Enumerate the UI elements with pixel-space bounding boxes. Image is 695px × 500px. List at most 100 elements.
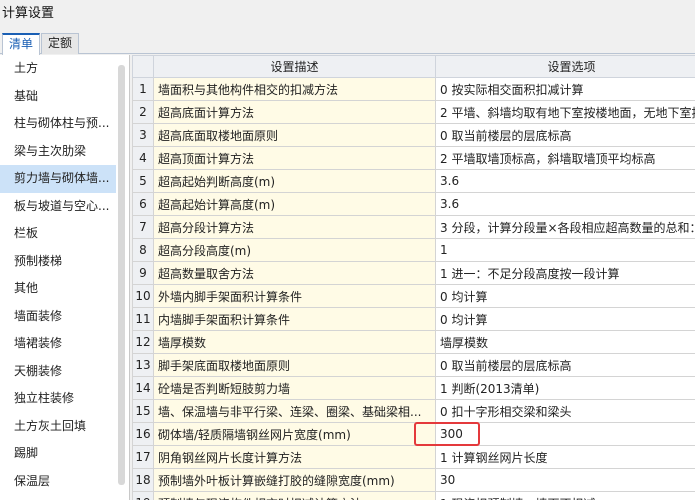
header-num [132,55,154,78]
table-row[interactable]: 18 预制墙外叶板计算嵌缝打胶的缝隙宽度(mm) 30 [132,468,695,492]
row-option[interactable]: 3.6 [435,169,695,193]
table-row[interactable]: 13 脚手架底面取楼地面原则 0 取当前楼层的层底标高 [132,353,695,377]
settings-grid: 设置描述 设置选项 1 墙面积与其他构件相交的扣减方法 0 按实际相交面积扣减计算 … [132,55,695,500]
header-desc[interactable]: 设置描述 [153,55,436,78]
table-row[interactable]: 17 阴角钢丝网片长度计算方法 1 计算钢丝网片长度 [132,445,695,469]
row-option[interactable]: 0 取当前楼层的层底标高 [435,353,695,377]
table-row[interactable]: 7 超高分段计算方法 3 分段，计算分段量×各段相应超高数量的总和： [132,215,695,239]
sidebar-item-backfill[interactable]: 土方灰土回填 [0,413,116,441]
table-header-row: 设置描述 设置选项 [132,55,695,78]
row-number: 2 [132,100,154,124]
table-row[interactable]: 1 墙面积与其他构件相交的扣减方法 0 按实际相交面积扣减计算 [132,77,695,101]
row-option[interactable]: 0 均计算 [435,284,695,308]
sidebar-item-column-finish[interactable]: 独立柱装修 [0,385,116,413]
row-option[interactable]: 1 判断(2013清单) [435,376,695,400]
row-option[interactable]: 1 计算钢丝网片长度 [435,445,695,469]
sidebar-item-shear-wall[interactable]: 剪力墙与砌体墙... [0,165,116,193]
table-row[interactable]: 11 内墙脚手架面积计算条件 0 均计算 [132,307,695,331]
table-row[interactable]: 4 超高顶面计算方法 2 平墙取墙顶标高，斜墙取墙顶平均标高 [132,146,695,170]
sidebar-item-slab[interactable]: 板与坡道与空心... [0,193,116,221]
table-row[interactable]: 2 超高底面计算方法 2 平墙、斜墙均取有地下室按楼地面，无地下室按 [132,100,695,124]
row-option[interactable]: 2 平墙、斜墙均取有地下室按楼地面，无地下室按 [435,100,695,124]
table-row[interactable]: 10 外墙内脚手架面积计算条件 0 均计算 [132,284,695,308]
row-option[interactable]: 30 [435,468,695,492]
row-option[interactable]: 1 现浇扣预制墙，墙面不扣减 [435,491,695,500]
category-sidebar: 土方 基础 柱与砌体柱与预... 梁与主次肋梁 剪力墙与砌体墙... 板与坡道与… [0,55,130,500]
row-desc: 超高起始判断高度(m) [153,169,436,193]
row-desc: 外墙内脚手架面积计算条件 [153,284,436,308]
row-option[interactable]: 2 平墙取墙顶标高，斜墙取墙顶平均标高 [435,146,695,170]
sidebar-item-wainscot[interactable]: 墙裙装修 [0,330,116,358]
row-number: 4 [132,146,154,170]
row-number: 13 [132,353,154,377]
row-number: 9 [132,261,154,285]
table-row[interactable]: 15 墙、保温墙与非平行梁、连梁、圈梁、基础梁相... 0 扣十字形相交梁和梁头 [132,399,695,423]
tab-quota[interactable]: 定额 [41,33,80,54]
row-number: 12 [132,330,154,354]
row-desc: 内墙脚手架面积计算条件 [153,307,436,331]
header-opt[interactable]: 设置选项 [435,55,695,78]
table-row[interactable]: 6 超高起始计算高度(m) 3.6 [132,192,695,216]
sidebar-item-ceiling[interactable]: 天棚装修 [0,358,116,386]
row-desc: 砌体墙/轻质隔墙钢丝网片宽度(mm) [153,422,436,446]
sidebar-item-earthwork[interactable]: 土方 [0,55,116,83]
row-number: 17 [132,445,154,469]
table-row[interactable]: 16 砌体墙/轻质隔墙钢丝网片宽度(mm) 300 [132,422,695,446]
row-number: 7 [132,215,154,239]
table-row[interactable]: 19预制墙与现浇构件相交时扣减计算方法1 现浇扣预制墙，墙面不扣减 [132,491,695,500]
row-option[interactable]: 3.6 [435,192,695,216]
row-number: 3 [132,123,154,147]
sidebar-item-parapet[interactable]: 栏板 [0,220,116,248]
sidebar-item-foundation[interactable]: 基础 [0,83,116,111]
sidebar-item-column[interactable]: 柱与砌体柱与预... [0,110,116,138]
row-option[interactable]: 0 取当前楼层的层底标高 [435,123,695,147]
row-desc: 墙面积与其他构件相交的扣减方法 [153,77,436,101]
row-desc: 超高底面计算方法 [153,100,436,124]
title-bar: 计算设置 [0,0,695,22]
sidebar-item-beam[interactable]: 梁与主次肋梁 [0,138,116,166]
sidebar-item-skirting[interactable]: 踢脚 [0,440,116,468]
settings-table: 设置描述 设置选项 1 墙面积与其他构件相交的扣减方法 0 按实际相交面积扣减计算 … [132,55,695,500]
sidebar-item-wall-finish[interactable]: 墙面装修 [0,303,116,331]
row-number: 10 [132,284,154,308]
table-row[interactable]: 9 超高数量取舍方法 1 进一：不足分段高度按一段计算 [132,261,695,285]
table-row[interactable]: 8 超高分段高度(m) 1 [132,238,695,262]
row-number: 5 [132,169,154,193]
row-number: 6 [132,192,154,216]
row-desc: 预制墙与现浇构件相交时扣减计算方法 [153,491,436,500]
row-option-mesh-width[interactable]: 300 [435,422,695,446]
row-number: 14 [132,376,154,400]
window-title: 计算设置 [2,6,55,21]
row-desc: 超高分段计算方法 [153,215,436,239]
row-option[interactable]: 0 按实际相交面积扣减计算 [435,77,695,101]
sidebar-scrollbar[interactable] [118,65,125,485]
row-option[interactable]: 0 均计算 [435,307,695,331]
row-number: 11 [132,307,154,331]
row-desc: 超高数量取舍方法 [153,261,436,285]
row-number: 15 [132,399,154,423]
sidebar-item-insulation[interactable]: 保温层 [0,468,116,496]
row-option[interactable]: 0 扣十字形相交梁和梁头 [435,399,695,423]
table-row[interactable]: 14 砼墙是否判断短肢剪力墙 1 判断(2013清单) [132,376,695,400]
row-desc: 阴角钢丝网片长度计算方法 [153,445,436,469]
table-row[interactable]: 12 墙厚模数 墙厚模数 [132,330,695,354]
row-number: 1 [132,77,154,101]
row-desc: 超高顶面计算方法 [153,146,436,170]
sidebar-item-other[interactable]: 其他 [0,275,116,303]
tab-bill[interactable]: 清单 [2,33,41,55]
row-desc: 墙、保温墙与非平行梁、连梁、圈梁、基础梁相... [153,399,436,423]
row-option[interactable]: 1 进一：不足分段高度按一段计算 [435,261,695,285]
tab-bar: 清单 定额 [0,30,695,55]
row-desc: 砼墙是否判断短肢剪力墙 [153,376,436,400]
row-number: 18 [132,468,154,492]
sidebar-item-precast-stair[interactable]: 预制楼梯 [0,248,116,276]
row-option[interactable]: 3 分段，计算分段量×各段相应超高数量的总和： [435,215,695,239]
row-desc: 超高底面取楼地面原则 [153,123,436,147]
row-number: 8 [132,238,154,262]
row-option[interactable]: 墙厚模数 [435,330,695,354]
row-desc: 超高分段高度(m) [153,238,436,262]
table-row[interactable]: 3 超高底面取楼地面原则 0 取当前楼层的层底标高 [132,123,695,147]
table-row[interactable]: 5 超高起始判断高度(m) 3.6 [132,169,695,193]
row-option[interactable]: 1 [435,238,695,262]
row-desc: 预制墙外叶板计算嵌缝打胶的缝隙宽度(mm) [153,468,436,492]
